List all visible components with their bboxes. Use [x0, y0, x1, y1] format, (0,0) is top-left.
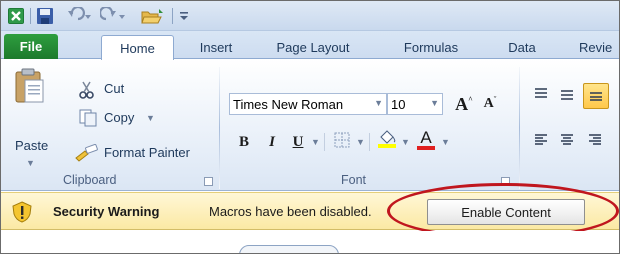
- paintbrush-icon: [75, 143, 99, 165]
- name-box-edge: [239, 245, 339, 253]
- tab-home[interactable]: Home: [101, 35, 174, 60]
- font-name-dropdown[interactable]: Times New Roman ▼: [229, 93, 387, 115]
- align-middle-icon: [559, 87, 575, 105]
- shrink-font-button[interactable]: Aˇ: [479, 93, 501, 115]
- caret-up-icon: ^: [468, 94, 473, 104]
- font-size-value: 10: [391, 96, 406, 112]
- open-folder-icon[interactable]: [139, 6, 169, 26]
- security-warning-bar: Security Warning Macros have been disabl…: [1, 192, 619, 230]
- chevron-down-icon: ▼: [26, 158, 35, 168]
- font-name-value: Times New Roman: [233, 96, 344, 112]
- font-color-label: A: [420, 128, 432, 147]
- format-painter-button[interactable]: Format Painter: [75, 143, 211, 165]
- save-icon[interactable]: [35, 6, 55, 26]
- customize-toolbar-icon[interactable]: [176, 6, 192, 26]
- top-align-button[interactable]: [531, 85, 551, 107]
- chevron-down-icon[interactable]: ▼: [401, 137, 410, 147]
- font-color-button[interactable]: A: [415, 129, 437, 151]
- scissors-icon: [79, 81, 95, 102]
- ribbon-tabs: File Home Insert Page Layout Formulas Da…: [1, 31, 619, 60]
- group-separator: [219, 67, 220, 189]
- tab-insert[interactable]: Insert: [191, 35, 241, 59]
- warning-shield-icon: [11, 201, 33, 223]
- font-group-label: Font: [341, 173, 367, 187]
- paste-label: Paste: [15, 138, 49, 153]
- borders-icon: [334, 132, 350, 152]
- cut-button[interactable]: Cut: [79, 81, 139, 101]
- enable-content-button[interactable]: Enable Content: [427, 199, 585, 225]
- align-right-button[interactable]: [585, 131, 605, 153]
- tab-file[interactable]: File: [4, 34, 58, 59]
- chevron-down-icon[interactable]: ▼: [441, 137, 450, 147]
- align-bottom-icon: [588, 87, 604, 105]
- align-left-icon: [533, 133, 549, 151]
- security-warning-message: Macros have been disabled.: [209, 204, 372, 219]
- middle-align-button[interactable]: [557, 85, 577, 107]
- borders-button[interactable]: [331, 131, 353, 153]
- tab-formulas[interactable]: Formulas: [396, 35, 466, 59]
- tab-page-layout[interactable]: Page Layout: [271, 35, 355, 59]
- caret-down-icon: ˇ: [493, 94, 497, 104]
- chevron-down-icon: ▼: [374, 98, 383, 108]
- align-center-button[interactable]: [557, 131, 577, 153]
- undo-icon[interactable]: [63, 6, 93, 26]
- paste-button[interactable]: Paste ▼: [7, 65, 51, 168]
- excel-window: File Home Insert Page Layout Formulas Da…: [0, 0, 620, 254]
- bottom-align-button[interactable]: [583, 83, 609, 109]
- align-right-icon: [587, 133, 603, 151]
- paste-icon: [13, 67, 45, 108]
- chevron-down-icon[interactable]: ▼: [311, 137, 320, 147]
- tab-data[interactable]: Data: [501, 35, 543, 59]
- tab-review[interactable]: Revie: [579, 35, 619, 59]
- bold-button[interactable]: B: [233, 131, 255, 153]
- copy-icon: [79, 109, 99, 130]
- divider: [369, 133, 370, 151]
- format-painter-label: Format Painter: [104, 145, 190, 160]
- excel-app-icon[interactable]: [6, 6, 26, 26]
- dialog-launcher-icon[interactable]: [204, 177, 213, 186]
- grow-font-button[interactable]: A ^: [453, 93, 475, 115]
- grow-font-label: A: [455, 93, 469, 114]
- toolbar-separator: [172, 8, 173, 24]
- redo-icon[interactable]: [99, 6, 129, 26]
- toolbar-separator: [30, 8, 31, 24]
- dialog-launcher-icon[interactable]: [501, 177, 510, 186]
- copy-label: Copy: [104, 110, 135, 125]
- chevron-down-icon[interactable]: ▼: [356, 137, 365, 147]
- security-warning-title: Security Warning: [53, 204, 160, 219]
- align-center-icon: [559, 133, 575, 151]
- italic-button[interactable]: I: [261, 131, 283, 153]
- underline-button[interactable]: U: [287, 131, 309, 153]
- cut-label: Cut: [104, 81, 125, 96]
- ribbon-home: Paste ▼ Cut Copy ▼ Format Painter Clipbo…: [1, 59, 619, 191]
- font-color-swatch: [417, 146, 435, 150]
- divider: [324, 133, 325, 151]
- chevron-down-icon: ▼: [430, 98, 439, 108]
- paint-bucket-icon: [376, 127, 398, 153]
- chevron-down-icon: ▼: [146, 113, 155, 123]
- fill-color-button[interactable]: [375, 129, 399, 151]
- quick-access-toolbar: [1, 1, 619, 31]
- shrink-font-label: A: [483, 96, 494, 111]
- align-left-button[interactable]: [531, 131, 551, 153]
- group-separator: [519, 67, 520, 189]
- font-size-dropdown[interactable]: 10 ▼: [387, 93, 443, 115]
- clipboard-group-label: Clipboard: [63, 173, 117, 187]
- align-top-icon: [533, 87, 549, 105]
- copy-button[interactable]: Copy ▼: [79, 109, 159, 129]
